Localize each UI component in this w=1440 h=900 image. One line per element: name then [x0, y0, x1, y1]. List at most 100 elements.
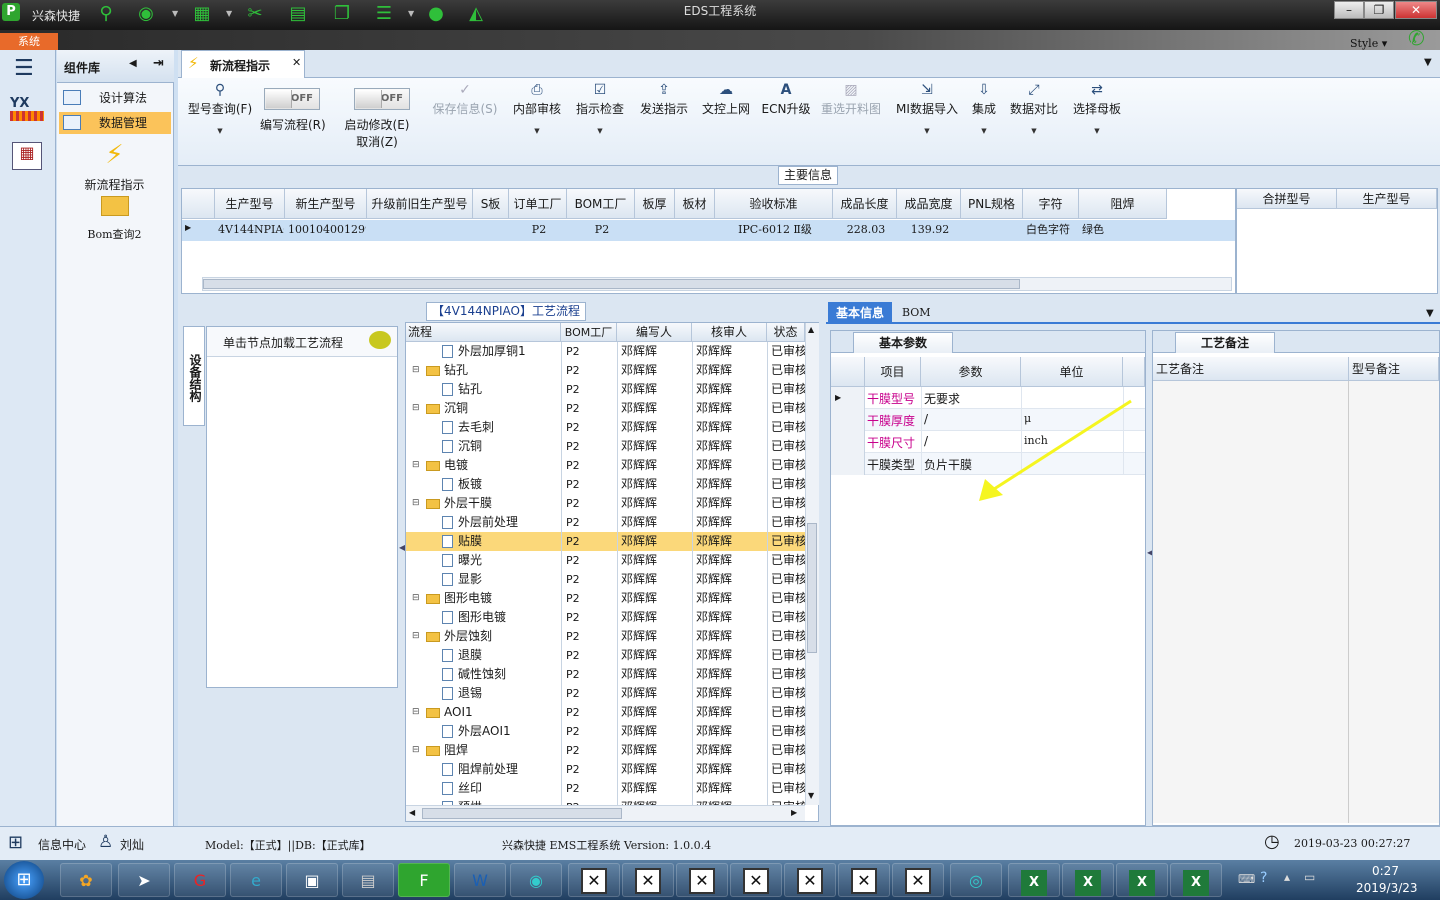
save-info-button[interactable]: ✓ 保存信息(S) [428, 80, 502, 117]
column-header-board-material[interactable]: 板材 [675, 189, 715, 219]
taskbar-window-3-icon[interactable]: ✕ [676, 863, 728, 897]
tree-row[interactable]: 沉铜 ⊟ P2 邓辉辉 邓辉辉 已审核 [406, 399, 805, 418]
tab-bom[interactable]: BOM [902, 306, 931, 319]
taskbar-window-5-icon[interactable]: ✕ [784, 863, 836, 897]
start-modify-toggle[interactable]: OFF [354, 88, 410, 110]
yx-logo-icon[interactable]: YX [10, 96, 44, 128]
column-header-status[interactable]: 状态 [767, 323, 805, 342]
tree-row[interactable]: 外层蚀刻 ⊟ P2 邓辉辉 邓辉辉 已审核 [406, 627, 805, 646]
restore-button[interactable]: ❐ [1364, 1, 1394, 19]
column-header-finished-width[interactable]: 成品宽度 [897, 189, 961, 219]
internal-review-button[interactable]: ⎙ 内部审核 ▼ [509, 80, 565, 135]
help-icon[interactable]: ? [1260, 870, 1267, 886]
tab-process-remarks[interactable]: 工艺备注 [1175, 332, 1275, 353]
param-item-cell[interactable]: 干膜型号 [867, 390, 921, 407]
tree-node[interactable]: AOI1 ⊟ [412, 703, 473, 722]
tree-row[interactable]: 板镀 P2 邓辉辉 邓辉辉 已审核 [406, 475, 805, 494]
tree-node[interactable]: 退锡 [442, 684, 482, 703]
cell-board-thickness[interactable] [638, 220, 674, 240]
cell-finished-width[interactable]: 139.92 [900, 220, 960, 240]
tree-row[interactable]: 曝光 P2 邓辉辉 邓辉辉 已审核 [406, 551, 805, 570]
tree-node[interactable]: 退膜 [442, 646, 482, 665]
select-mother-board-button[interactable]: ⇄ 选择母板 ▼ [1071, 80, 1123, 135]
tray-chevron-icon[interactable]: ▴ [1284, 870, 1290, 884]
style-menu[interactable]: Style ▾ [1350, 37, 1387, 50]
vertical-scrollbar[interactable]: ▲ ▼ [805, 323, 819, 805]
integrate-button[interactable]: ⇩ 集成 ▼ [968, 80, 1000, 135]
column-header-bom-factory[interactable]: BOM工厂 [561, 323, 617, 342]
cell-finished-length[interactable]: 228.03 [836, 220, 896, 240]
tab-new-flow[interactable]: ⚡ 新流程指示 ✕ [181, 50, 305, 79]
tree-node[interactable]: 外层干膜 ⊟ [412, 494, 492, 513]
column-header-production-model[interactable]: 生产型号 [215, 189, 285, 219]
cancel-label[interactable]: 取消(Z) [344, 133, 410, 150]
collapse-node-icon[interactable]: ⊟ [412, 627, 420, 646]
collapse-node-icon[interactable]: ⊟ [412, 456, 420, 475]
param-item-cell[interactable]: 干膜类型 [867, 456, 921, 473]
tree-row[interactable]: 外层AOI1 P2 邓辉辉 邓辉辉 已审核 [406, 722, 805, 741]
tab-list-chevron-icon[interactable]: ▼ [1424, 57, 1432, 68]
taskbar-app-scanner-icon[interactable]: ▤ [342, 863, 394, 897]
tree-node[interactable]: 钻孔 [442, 380, 482, 399]
collapse-node-icon[interactable]: ⊟ [412, 399, 420, 418]
cell-solder-mask[interactable]: 绿色 [1082, 220, 1166, 240]
tree-row[interactable]: 图形电镀 ⊟ P2 邓辉辉 邓辉辉 已审核 [406, 589, 805, 608]
column-header-bom-factory[interactable]: BOM工厂 [567, 189, 635, 219]
pin-icon[interactable]: ⇥ [153, 56, 164, 71]
sidebar-item-design-algorithm[interactable]: 设计算法 [59, 87, 171, 109]
speech-bubble-icon[interactable] [369, 331, 391, 349]
collapse-node-icon[interactable]: ⊟ [412, 494, 420, 513]
system-menu-button[interactable]: 系统 [0, 33, 58, 50]
menu-icon[interactable]: ☰ [14, 56, 34, 81]
taskbar-app-eds-icon[interactable]: F [398, 863, 450, 897]
tree-row[interactable]: 图形电镀 P2 邓辉辉 邓辉辉 已审核 [406, 608, 805, 627]
column-header-flow[interactable]: 流程 [406, 323, 561, 342]
horizontal-scrollbar[interactable]: ◀ ▶ [406, 805, 805, 821]
mi-data-import-button[interactable]: ⇲ MI数据导入 ▼ [892, 80, 962, 135]
tree-row[interactable]: AOI1 ⊟ P2 邓辉辉 邓辉辉 已审核 [406, 703, 805, 722]
bom-query-item[interactable]: Bom查询2 [67, 196, 162, 242]
tree-node[interactable]: 外层加厚铜1 [442, 342, 526, 361]
tab-basic-info[interactable]: 基本信息 [828, 302, 892, 324]
close-button[interactable]: ✕ [1395, 1, 1437, 19]
tree-row[interactable]: 钻孔 ⊟ P2 邓辉辉 邓辉辉 已审核 [406, 361, 805, 380]
tree-node[interactable]: 外层AOI1 [442, 722, 511, 741]
ecn-upgrade-button[interactable]: A ECN升级 [760, 80, 812, 117]
taskbar-excel-4-icon[interactable]: X [1170, 863, 1222, 897]
column-header-checker[interactable]: 核审人 [692, 323, 767, 342]
column-header-pnl-spec[interactable]: PNL规格 [961, 189, 1023, 219]
tree-row[interactable]: 预烘 P2 邓辉辉 邓辉辉 已审核 [406, 798, 805, 805]
tree-node[interactable]: 预烘 [442, 798, 482, 805]
send-indicator-button[interactable]: ⇪ 发送指示 [636, 80, 692, 117]
tree-row[interactable]: 显影 P2 邓辉辉 邓辉辉 已审核 [406, 570, 805, 589]
cell-acceptance-standard[interactable]: IPC-6012 Ⅱ级 [718, 220, 832, 240]
taskbar-app-camera-icon[interactable]: ◎ [950, 863, 1002, 897]
tree-node[interactable]: 阻焊前处理 [442, 760, 518, 779]
tree-node[interactable]: 显影 [442, 570, 482, 589]
tree-row[interactable]: 退膜 P2 邓辉辉 邓辉辉 已审核 [406, 646, 805, 665]
tree-node[interactable]: 贴膜 [442, 532, 482, 551]
tree-node[interactable]: 去毛刺 [442, 418, 494, 437]
cell-production-model[interactable]: 4V144NPIAO [218, 220, 284, 240]
tree-row[interactable]: 丝印 P2 邓辉辉 邓辉辉 已审核 [406, 779, 805, 798]
tree-row[interactable]: 电镀 ⊟ P2 邓辉辉 邓辉辉 已审核 [406, 456, 805, 475]
taskbar-app-g-icon[interactable]: G [174, 863, 226, 897]
tab-close-icon[interactable]: ✕ [292, 56, 301, 69]
taskbar-window-2-icon[interactable]: ✕ [622, 863, 674, 897]
tree-node[interactable]: 碱性蚀刻 [442, 665, 506, 684]
tree-node[interactable]: 图形电镀 ⊟ [412, 589, 492, 608]
table-row[interactable]: ▶ 4V144NPIAO10010400129950 P2P2 IPC-6012 Ⅱ… [182, 220, 1235, 241]
tree-row[interactable]: 退锡 P2 邓辉辉 邓辉辉 已审核 [406, 684, 805, 703]
column-header-order-factory[interactable]: 订单工厂 [509, 189, 567, 219]
tree-node[interactable]: 板镀 [442, 475, 482, 494]
tree-row[interactable]: 去毛刺 P2 邓辉辉 邓辉辉 已审核 [406, 418, 805, 437]
tree-node[interactable]: 沉铜 ⊟ [412, 399, 468, 418]
tree-node[interactable]: 外层蚀刻 ⊟ [412, 627, 492, 646]
taskbar-excel-2-icon[interactable]: X [1062, 863, 1114, 897]
tree-node[interactable]: 丝印 [442, 779, 482, 798]
taskbar-excel-3-icon[interactable]: X [1116, 863, 1168, 897]
process-remark-text[interactable] [1153, 381, 1349, 823]
tree-node[interactable]: 沉铜 [442, 437, 482, 456]
column-header-old-production-model[interactable]: 升级前旧生产型号 [367, 189, 473, 219]
taskbar-app-viewer-icon[interactable]: ◉ [510, 863, 562, 897]
